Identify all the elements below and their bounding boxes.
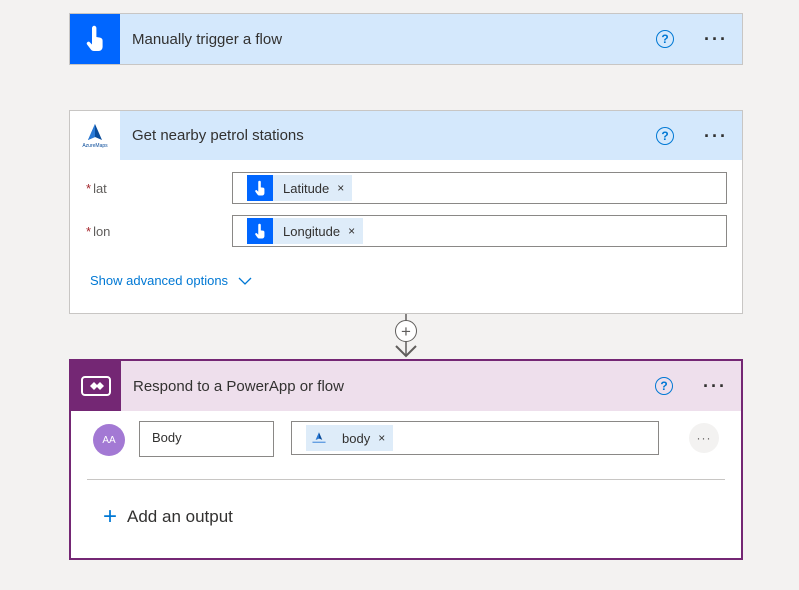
add-output-label: Add an output [127,507,233,526]
avatar: AA [93,424,125,456]
respond-action-card[interactable]: Respond to a PowerApp or flow ? ··· AA B… [69,359,743,560]
required-marker: * [86,224,92,239]
lon-input[interactable]: Longitude × [232,215,727,247]
ellipsis-icon[interactable]: ··· [704,30,728,48]
chevron-down-icon [238,277,252,285]
plus-icon: + [103,503,118,530]
hand-tap-icon [86,25,103,51]
required-marker: * [86,181,92,196]
latitude-token-label: Latitude [283,180,330,196]
ellipsis-icon[interactable]: ··· [704,127,728,145]
maps-card-header[interactable]: AzureMaps Get nearby petrol stations ? ·… [70,111,742,160]
output-row: AA Body body × ··· [71,421,741,461]
remove-token-icon[interactable]: × [378,431,385,445]
longitude-token[interactable]: Longitude × [247,218,364,244]
lat-input[interactable]: Latitude × [232,172,727,204]
trigger-card[interactable]: Manually trigger a flow ? ··· [69,13,743,65]
output-row-more-button[interactable]: ··· [689,423,719,453]
remove-token-icon[interactable]: × [348,224,355,238]
trigger-card-header[interactable]: Manually trigger a flow ? ··· [70,14,742,64]
trigger-icon-tile [70,14,120,64]
output-value-input[interactable]: body × [291,421,659,455]
question-circle-icon[interactable]: ? [655,377,674,395]
output-name-value: Body [152,430,182,445]
lat-label: * lat [86,181,107,196]
output-name-input[interactable]: Body [139,421,274,457]
insert-step-button[interactable]: + [395,320,417,342]
respond-card-header[interactable]: Respond to a PowerApp or flow ? ··· [71,361,741,411]
add-output-button[interactable]: + Add an output [103,503,233,530]
text-type-icon: AA [102,434,116,446]
longitude-token-label: Longitude [283,223,341,239]
divider [87,479,725,480]
respond-icon-tile [71,361,121,411]
plus-icon: + [401,321,411,341]
svg-text:AzureMaps: AzureMaps [82,143,108,149]
remove-token-icon[interactable]: × [337,181,344,195]
lat-field-row: * lat Latitude × [70,172,742,209]
show-advanced-options-link[interactable]: Show advanced options [90,273,252,288]
lon-field-row: * lon Longitude × [70,215,742,252]
question-circle-icon[interactable]: ? [656,126,675,145]
hand-tap-icon [247,218,273,244]
azure-maps-icon: AzureMaps [80,123,110,149]
body-token[interactable]: body × [306,425,394,451]
ellipsis-icon: ··· [696,431,712,445]
hand-tap-icon [247,175,273,201]
ellipsis-icon[interactable]: ··· [703,377,727,395]
maps-action-card[interactable]: AzureMaps Get nearby petrol stations ? ·… [69,110,743,314]
powerapps-icon [81,376,111,396]
lat-label-text: lat [93,181,107,196]
trigger-title: Manually trigger a flow [132,30,283,48]
show-advanced-options-label: Show advanced options [90,273,229,288]
latitude-token[interactable]: Latitude × [247,175,353,201]
body-token-label: body [342,430,371,446]
lon-label-text: lon [93,224,111,239]
maps-icon-tile: AzureMaps [70,111,120,160]
azure-maps-icon [306,425,332,451]
question-circle-icon[interactable]: ? [656,30,675,48]
respond-title: Respond to a PowerApp or flow [133,377,344,395]
lon-label: * lon [86,224,110,239]
maps-title: Get nearby petrol stations [132,127,304,144]
